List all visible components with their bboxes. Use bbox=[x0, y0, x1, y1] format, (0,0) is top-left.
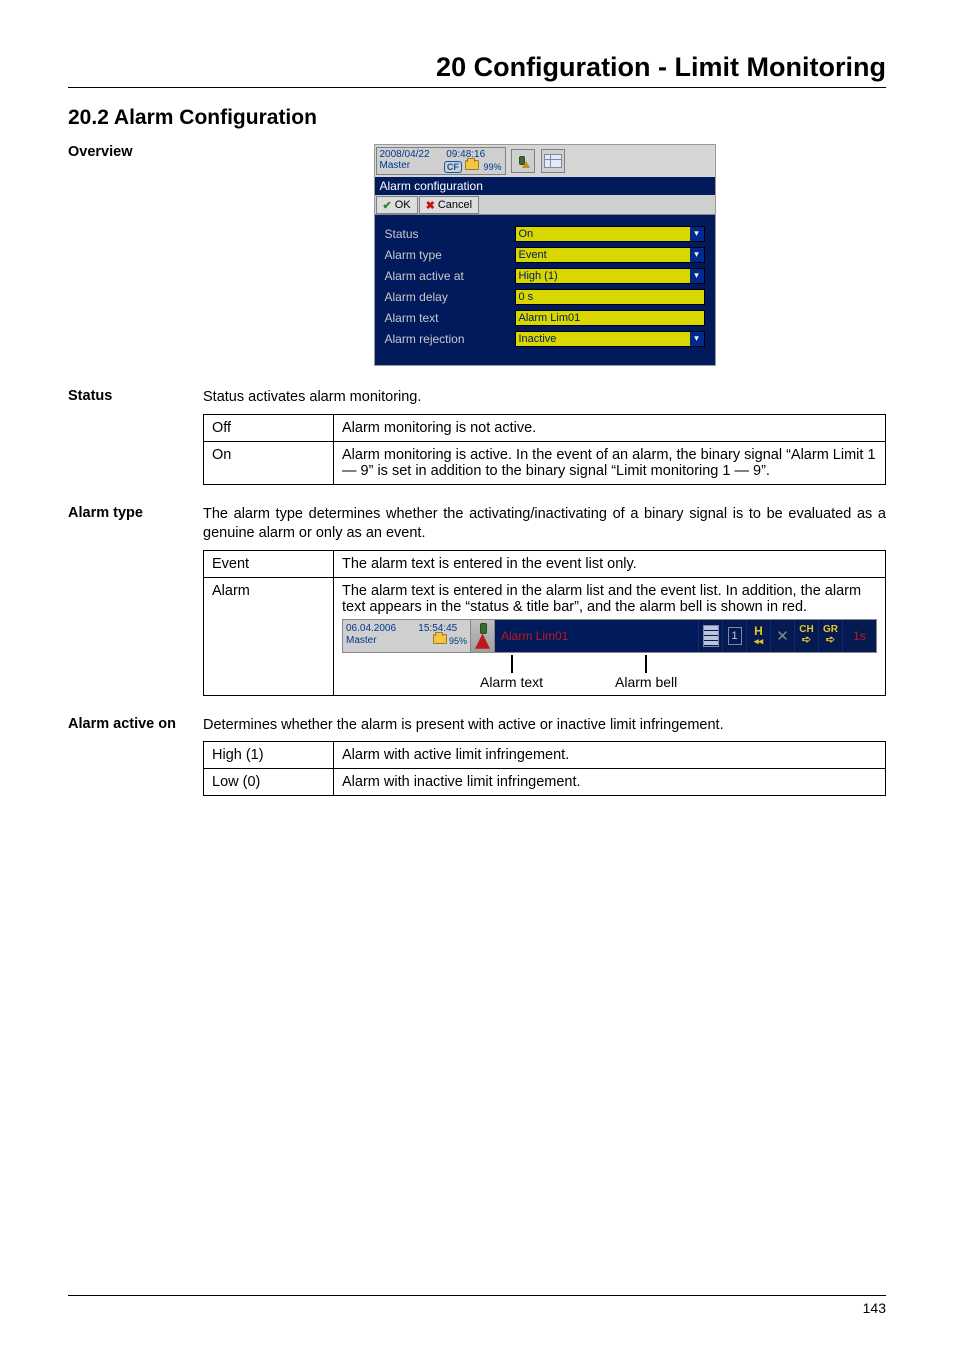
bell-icon bbox=[471, 620, 495, 652]
delay-label: Alarm delay bbox=[385, 290, 515, 304]
type-select[interactable]: Event bbox=[515, 247, 705, 263]
text-label: Alarm text bbox=[385, 311, 515, 325]
rej-label: Alarm rejection bbox=[385, 332, 515, 346]
footer-rule bbox=[68, 1295, 886, 1296]
cell-val: The alarm text is entered in the event l… bbox=[334, 550, 886, 577]
alert-icon bbox=[511, 149, 535, 173]
pct-text: 99% bbox=[483, 162, 501, 172]
cancel-button[interactable]: ✖Cancel bbox=[419, 196, 479, 214]
folder-icon bbox=[465, 160, 479, 170]
active-on-table: High (1)Alarm with active limit infringe… bbox=[203, 741, 886, 796]
status-label: Status bbox=[385, 227, 515, 241]
cell-key: Event bbox=[204, 550, 334, 577]
cf-icon: CF bbox=[444, 161, 462, 173]
alarm-type-table: EventThe alarm text is entered in the ev… bbox=[203, 550, 886, 696]
type-label: Alarm type bbox=[385, 248, 515, 262]
cell-key: On bbox=[204, 441, 334, 484]
text-input[interactable]: Alarm Lim01 bbox=[515, 310, 705, 326]
ok-label: OK bbox=[395, 199, 411, 211]
table-row: EventThe alarm text is entered in the ev… bbox=[204, 550, 886, 577]
section-title: 20.2 Alarm Configuration bbox=[68, 106, 886, 130]
callout-alarm-text: Alarm text bbox=[480, 674, 543, 690]
master-text: Master bbox=[380, 160, 411, 174]
status-heading: Status bbox=[68, 388, 203, 495]
active-on-heading: Alarm active on bbox=[68, 716, 203, 807]
cell-key: Alarm bbox=[204, 577, 334, 695]
status-table: OffAlarm monitoring is not active. OnAla… bbox=[203, 414, 886, 485]
check-icon: ✔ bbox=[383, 199, 392, 212]
table-row: High (1)Alarm with active limit infringe… bbox=[204, 742, 886, 769]
active-label: Alarm active at bbox=[385, 269, 515, 283]
alarm-type-intro: The alarm type determines whether the ac… bbox=[203, 505, 886, 544]
tools-icon[interactable]: ✕ bbox=[770, 620, 794, 652]
onesec-badge: 1s bbox=[842, 620, 876, 652]
ok-button[interactable]: ✔OK bbox=[376, 196, 418, 214]
alarm-bar-screenshot: 06.04.2006 15:54:45 Master 95% Alarm Lim… bbox=[342, 619, 877, 690]
alarm-type-heading: Alarm type bbox=[68, 505, 203, 706]
table-row: Low (0)Alarm with inactive limit infring… bbox=[204, 769, 886, 796]
cell-val: The alarm text is entered in the alarm l… bbox=[334, 577, 886, 695]
screenshot-title: Alarm configuration bbox=[375, 177, 715, 195]
status-select[interactable]: On bbox=[515, 226, 705, 242]
active-on-intro: Determines whether the alarm is present … bbox=[203, 716, 886, 736]
folder-icon bbox=[433, 634, 447, 644]
cell-val: Alarm with active limit infringement. bbox=[334, 742, 886, 769]
time-text: 09:48:16 bbox=[446, 149, 485, 160]
gr-button[interactable]: GR➪ bbox=[818, 620, 842, 652]
cell-val: Alarm monitoring is active. In the event… bbox=[334, 441, 886, 484]
callout-alarm-bell: Alarm bell bbox=[615, 674, 677, 690]
screenshot-topbar: 2008/04/22 09:48:16 Master CF 99% bbox=[375, 145, 715, 177]
cell-val: Alarm with inactive limit infringement. bbox=[334, 769, 886, 796]
page-one-icon[interactable]: 1 bbox=[722, 620, 746, 652]
bar-alarm-text: Alarm Lim01 bbox=[495, 620, 698, 652]
heading-rule bbox=[68, 87, 886, 88]
cancel-label: Cancel bbox=[438, 199, 472, 211]
delay-input[interactable]: 0 s bbox=[515, 289, 705, 305]
screenshot-datetime: 2008/04/22 09:48:16 Master CF 99% bbox=[376, 147, 506, 175]
table-row: OffAlarm monitoring is not active. bbox=[204, 414, 886, 441]
rej-select[interactable]: Inactive bbox=[515, 331, 705, 347]
page-number: 143 bbox=[68, 1300, 886, 1316]
table-row: OnAlarm monitoring is active. In the eve… bbox=[204, 441, 886, 484]
x-icon: ✖ bbox=[426, 199, 435, 212]
cell-val: Alarm monitoring is not active. bbox=[334, 414, 886, 441]
table-row: Alarm The alarm text is entered in the a… bbox=[204, 577, 886, 695]
ch-button[interactable]: CH➪ bbox=[794, 620, 818, 652]
bar-pct: 95% bbox=[449, 636, 467, 646]
bar-datetime: 06.04.2006 15:54:45 Master 95% bbox=[343, 620, 471, 652]
cell-key: High (1) bbox=[204, 742, 334, 769]
table-icon bbox=[541, 149, 565, 173]
chapter-title: 20 Configuration - Limit Monitoring bbox=[68, 52, 886, 83]
cell-key: Low (0) bbox=[204, 769, 334, 796]
data-icon[interactable] bbox=[698, 620, 722, 652]
date-text: 2008/04/22 bbox=[380, 149, 430, 160]
rewind-icon[interactable]: H◂◂ bbox=[746, 620, 770, 652]
overview-label: Overview bbox=[68, 144, 203, 366]
status-intro: Status activates alarm monitoring. bbox=[203, 388, 886, 408]
alarm-config-screenshot: 2008/04/22 09:48:16 Master CF 99% bbox=[374, 144, 716, 366]
cell-key: Off bbox=[204, 414, 334, 441]
active-select[interactable]: High (1) bbox=[515, 268, 705, 284]
